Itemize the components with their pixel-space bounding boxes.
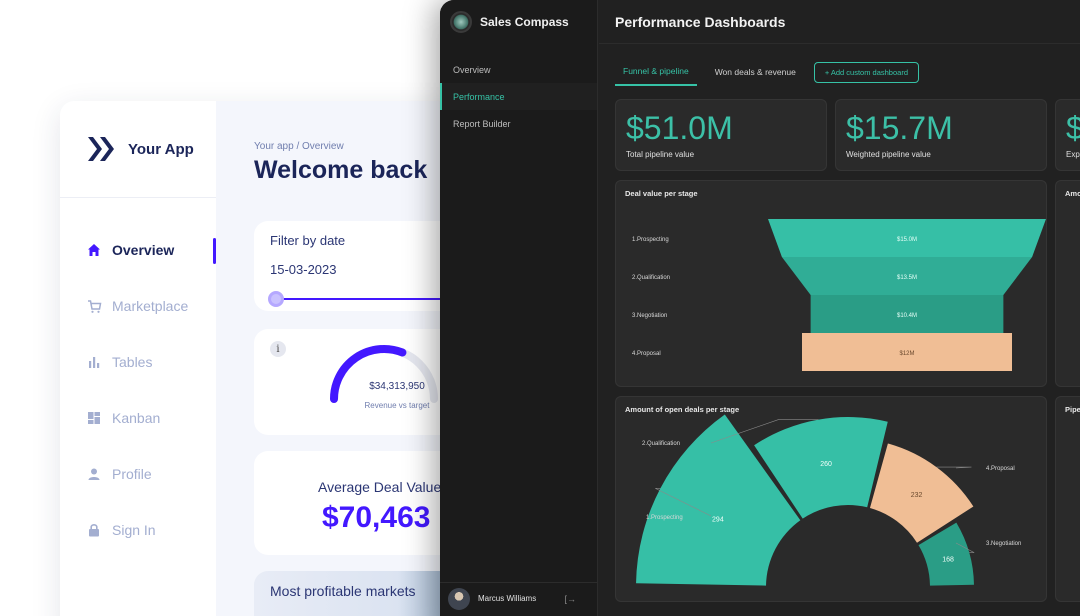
compass-logo-icon xyxy=(450,11,472,33)
bar-chart-icon xyxy=(86,354,102,370)
average-deal-value: $70,463 xyxy=(322,501,431,534)
donut-category-label: 2.Qualification xyxy=(642,441,680,447)
sidebar-item-profile[interactable]: Profile xyxy=(60,446,216,502)
donut-category-label: 1.Prospecting xyxy=(646,515,683,521)
funnel-chart: $15.0M 1.Prospecting $13.5M 2.Qualification… xyxy=(632,219,1046,371)
dark-brand[interactable]: Sales Compass xyxy=(440,0,597,44)
tab-funnel-pipeline[interactable]: Funnel & pipeline xyxy=(615,62,697,86)
sidebar-item-label: Marketplace xyxy=(112,298,189,314)
open-deals-panel: Amount of open deals per stage 294 1.Pros… xyxy=(615,396,1047,602)
kpi-label: Weighted pipeline value xyxy=(846,150,931,159)
kpi-value: $ xyxy=(1066,110,1080,146)
sidebar-item-kanban[interactable]: Kanban xyxy=(60,390,216,446)
sidebar-item-sign-in[interactable]: Sign In xyxy=(60,502,216,558)
dashboard-icon xyxy=(86,410,102,426)
sidebar-item-marketplace[interactable]: Marketplace xyxy=(60,278,216,334)
kpi-value: $15.7M xyxy=(846,110,953,146)
funnel-stage-label: 3.Negotiation xyxy=(632,313,667,319)
add-custom-dashboard-button[interactable]: + Add custom dashboard xyxy=(813,61,919,83)
dashboard-title: Performance Dashboards xyxy=(615,13,786,30)
sidebar-item-label: Overview xyxy=(112,242,175,258)
kpi-value: $51.0M xyxy=(626,110,733,146)
light-sidebar: Your App Overview Marketplace Tables Kan… xyxy=(60,101,216,616)
dark-nav-performance[interactable]: Performance xyxy=(440,83,597,110)
funnel-stage-label: 4.Proposal xyxy=(632,351,661,357)
lock-icon xyxy=(86,522,102,538)
side-panel-bottom: Pipe xyxy=(1055,396,1080,602)
sidebar-item-label: Tables xyxy=(112,354,153,370)
funnel-stage-label: 1.Prospecting xyxy=(632,237,669,243)
avatar xyxy=(448,587,470,610)
user-profile[interactable]: Marcus Williams [→ xyxy=(440,582,598,614)
sidebar-nav: Overview Marketplace Tables Kanban Profi… xyxy=(60,222,216,558)
user-name: Marcus Williams xyxy=(478,594,537,603)
dashboard-tabs: Funnel & pipeline Won deals & revenue + … xyxy=(615,61,919,86)
dark-sidebar-nav: Overview Performance Report Builder xyxy=(440,56,597,137)
revenue-gauge xyxy=(330,345,438,403)
side-panel-top-title: Amo xyxy=(1065,189,1080,198)
kpi-label: Total pipeline value xyxy=(626,150,695,159)
average-deal-title: Average Deal Value xyxy=(318,479,442,495)
gauge-value: $34,313,950 xyxy=(369,381,425,392)
sidebar-item-tables[interactable]: Tables xyxy=(60,334,216,390)
sidebar-item-overview[interactable]: Overview xyxy=(60,222,216,278)
dark-app-window: Sales Compass Overview Performance Repor… xyxy=(440,0,1080,616)
donut-leader-line xyxy=(936,466,972,469)
donut-value-label: 232 xyxy=(911,492,923,499)
gauge-label: Revenue vs target xyxy=(364,401,430,410)
donut-value-label: 168 xyxy=(942,557,954,564)
brand[interactable]: Your App xyxy=(60,101,216,198)
dark-main-content: Performance Dashboards Funnel & pipeline… xyxy=(599,0,1080,616)
funnel-value-label: $13.5M xyxy=(897,275,917,281)
kpi-card-weighted-pipeline: $15.7M Weighted pipeline value xyxy=(835,99,1047,171)
kpi-card-expected: $ Exp xyxy=(1055,99,1080,171)
dark-nav-overview[interactable]: Overview xyxy=(440,56,597,83)
kpi-card-total-pipeline: $51.0M Total pipeline value xyxy=(615,99,827,171)
side-panel-top: Amo xyxy=(1055,180,1080,387)
sidebar-item-label: Kanban xyxy=(112,410,161,426)
person-icon xyxy=(86,466,102,482)
sidebar-item-label: Sign In xyxy=(112,522,156,538)
markets-title: Most profitable markets xyxy=(270,583,416,599)
tab-won-deals-revenue[interactable]: Won deals & revenue xyxy=(707,63,804,85)
light-app-window: Your App Overview Marketplace Tables Kan… xyxy=(60,101,480,616)
date-slider-handle[interactable] xyxy=(268,291,284,307)
info-icon[interactable]: i xyxy=(270,341,286,357)
donut-value-label: 260 xyxy=(820,461,832,468)
dark-nav-report-builder[interactable]: Report Builder xyxy=(440,110,597,137)
funnel-stage-label: 2.Qualification xyxy=(632,275,670,281)
donut-value-label: 294 xyxy=(712,517,724,524)
donut-category-label: 3.Negotiation xyxy=(986,541,1021,547)
funnel-value-label: $12M xyxy=(899,351,914,357)
donut-category-label: 4.Proposal xyxy=(986,466,1015,472)
cart-icon xyxy=(86,298,102,314)
sidebar-item-label: Profile xyxy=(112,466,152,482)
deal-value-funnel-panel: Deal value per stage $15.0M 1.Prospecting… xyxy=(615,180,1047,387)
dark-header: Performance Dashboards xyxy=(599,0,1080,44)
side-panel-bottom-title: Pipe xyxy=(1065,405,1080,414)
funnel-value-label: $10.4M xyxy=(897,313,917,319)
logout-icon[interactable]: [→ xyxy=(564,594,576,604)
brand-logo-icon xyxy=(88,137,114,161)
home-icon xyxy=(86,242,102,258)
kpi-label: Exp xyxy=(1066,150,1080,159)
funnel-value-label: $15.0M xyxy=(897,237,917,243)
brand-name: Your App xyxy=(128,140,194,158)
dark-brand-name: Sales Compass xyxy=(480,15,569,29)
open-deals-chart: 294 1.Prospecting 260 2.Qualification 232 4.P… xyxy=(636,414,1021,586)
dark-sidebar: Sales Compass Overview Performance Repor… xyxy=(440,0,598,616)
